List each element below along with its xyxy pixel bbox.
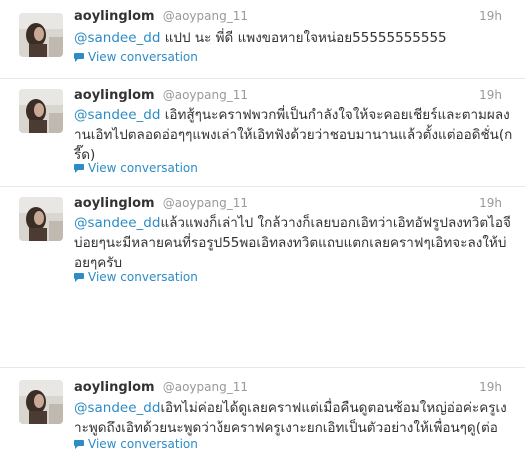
mention-link[interactable]: @sandee_dd (74, 30, 160, 46)
timestamp[interactable]: 19h (479, 9, 502, 23)
speech-bubble-icon (74, 440, 84, 449)
tweet-body: แปป นะ พี่ดี แพงขอหายใจหน่อย55555555555 (160, 30, 447, 46)
view-conversation-link[interactable]: View conversation (74, 50, 198, 64)
avatar[interactable] (19, 89, 63, 133)
tweet-header: aoylinglom @aoypang_11 19h (74, 380, 514, 396)
speech-bubble-icon (74, 53, 84, 62)
view-conversation-link[interactable]: View conversation (74, 437, 198, 451)
tweet-item[interactable]: aoylinglom @aoypang_11 19h @sandee_dd เอ… (0, 78, 525, 186)
avatar[interactable] (19, 380, 63, 424)
speech-bubble-icon (74, 273, 84, 282)
user-name[interactable]: aoylinglom (74, 380, 155, 395)
mention-link[interactable]: @sandee_dd (74, 215, 160, 231)
tweet-header: aoylinglom @aoypang_11 19h (74, 9, 514, 25)
timestamp[interactable]: 19h (479, 88, 502, 102)
tweet-text: @sandee_ddแล้วแพงก็เล่าไป ใกล้วางก็เลยบอ… (74, 213, 514, 273)
view-conversation-label: View conversation (88, 161, 198, 175)
user-name[interactable]: aoylinglom (74, 9, 155, 24)
speech-bubble-icon (74, 164, 84, 173)
user-handle[interactable]: @aoypang_11 (163, 196, 248, 210)
tweet-text: @sandee_ddเอิทไม่ค่อยได้ดูเลยคราฟแต่เมื่… (74, 398, 514, 438)
tweet-text: @sandee_dd แปป นะ พี่ดี แพงขอหายใจหน่อย5… (74, 28, 514, 48)
user-name[interactable]: aoylinglom (74, 88, 155, 103)
view-conversation-link[interactable]: View conversation (74, 161, 198, 175)
timestamp[interactable]: 19h (479, 380, 502, 394)
tweet-text: @sandee_dd เอิทสู้ๆนะคราฟพวกพี่เป็นกำลัง… (74, 105, 514, 165)
view-conversation-label: View conversation (88, 270, 198, 284)
user-name[interactable]: aoylinglom (74, 196, 155, 211)
user-handle[interactable]: @aoypang_11 (163, 9, 248, 23)
avatar[interactable] (19, 13, 63, 57)
tweet-item[interactable]: aoylinglom @aoypang_11 19h @sandee_dd แป… (0, 0, 525, 78)
user-handle[interactable]: @aoypang_11 (163, 88, 248, 102)
tweet-header: aoylinglom @aoypang_11 19h (74, 88, 514, 104)
mention-link[interactable]: @sandee_dd (74, 107, 160, 123)
timestamp[interactable]: 19h (479, 196, 502, 210)
mention-link[interactable]: @sandee_dd (74, 400, 160, 416)
tweet-item[interactable]: aoylinglom @aoypang_11 19h @sandee_ddเอิ… (0, 368, 525, 463)
view-conversation-label: View conversation (88, 437, 198, 451)
view-conversation-link[interactable]: View conversation (74, 270, 198, 284)
tweet-header: aoylinglom @aoypang_11 19h (74, 196, 514, 212)
avatar[interactable] (19, 197, 63, 241)
view-conversation-label: View conversation (88, 50, 198, 64)
user-handle[interactable]: @aoypang_11 (163, 380, 248, 394)
tweet-item[interactable]: aoylinglom @aoypang_11 19h @sandee_ddแล้… (0, 186, 525, 298)
